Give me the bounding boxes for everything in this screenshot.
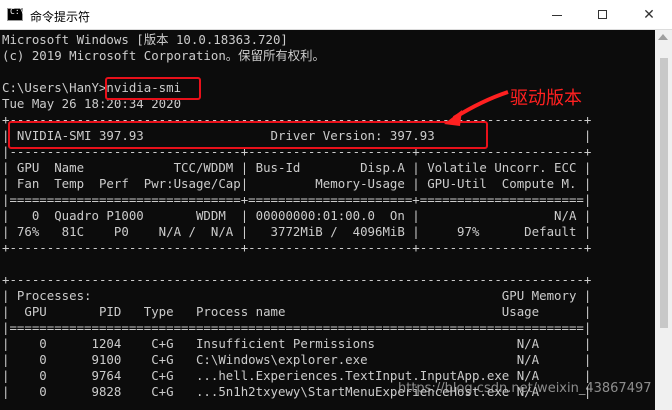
console-line: | 0 1204 C+G Insufficient Permissions N/… — [2, 336, 592, 351]
watermark: https://blog.csdn.net/weixin_43867497 — [398, 381, 652, 396]
console-line: +-------------------------------+-------… — [2, 240, 592, 255]
maximize-icon — [598, 10, 607, 19]
console-line: Microsoft Windows [版本 10.0.18363.720] — [2, 32, 288, 47]
annotation-arrow-icon — [444, 90, 509, 126]
console-line: (c) 2019 Microsoft Corporation。保留所有权利。 — [2, 48, 325, 63]
console-line: | 0 9100 C+G C:\Windows\explorer.exe N/A… — [2, 352, 592, 367]
console-line: | Fan Temp Perf Pwr:Usage/Cap| Memory-Us… — [2, 176, 592, 191]
console-line: | Processes: GPU Memory | — [2, 288, 592, 303]
console-line: | 76% 81C P0 N/A / N/A | 3772MiB / 4096M… — [2, 224, 592, 239]
close-icon: ✕ — [643, 7, 655, 23]
maximize-button[interactable] — [580, 0, 626, 30]
console-line: | GPU PID Type Process name Usage | — [2, 304, 592, 319]
window-title: 命令提示符 — [30, 10, 91, 24]
console-line: |===============================+=======… — [2, 192, 592, 207]
terminal-icon: C:\ — [7, 7, 24, 21]
console-line: |=======================================… — [2, 320, 592, 335]
scroll-up-icon[interactable] — [658, 34, 668, 40]
command-highlight-box — [105, 77, 201, 100]
vertical-scrollbar[interactable] — [655, 30, 672, 410]
console-line: | 0 Quadro P1000 WDDM | 00000000:01:00.0… — [2, 208, 592, 223]
driver-version-highlight-box — [8, 121, 488, 149]
title-bar[interactable]: C:\ 命令提示符 ✕ — [0, 0, 672, 30]
minimize-button[interactable] — [534, 0, 580, 30]
annotation-label: 驱动版本 — [510, 88, 582, 109]
close-button[interactable]: ✕ — [626, 0, 672, 30]
minimize-icon — [552, 15, 562, 16]
console-line: +---------------------------------------… — [2, 272, 592, 287]
scroll-thumb[interactable] — [660, 58, 668, 328]
console-line: | GPU Name TCC/WDDM | Bus-Id Disp.A | Vo… — [2, 160, 592, 175]
